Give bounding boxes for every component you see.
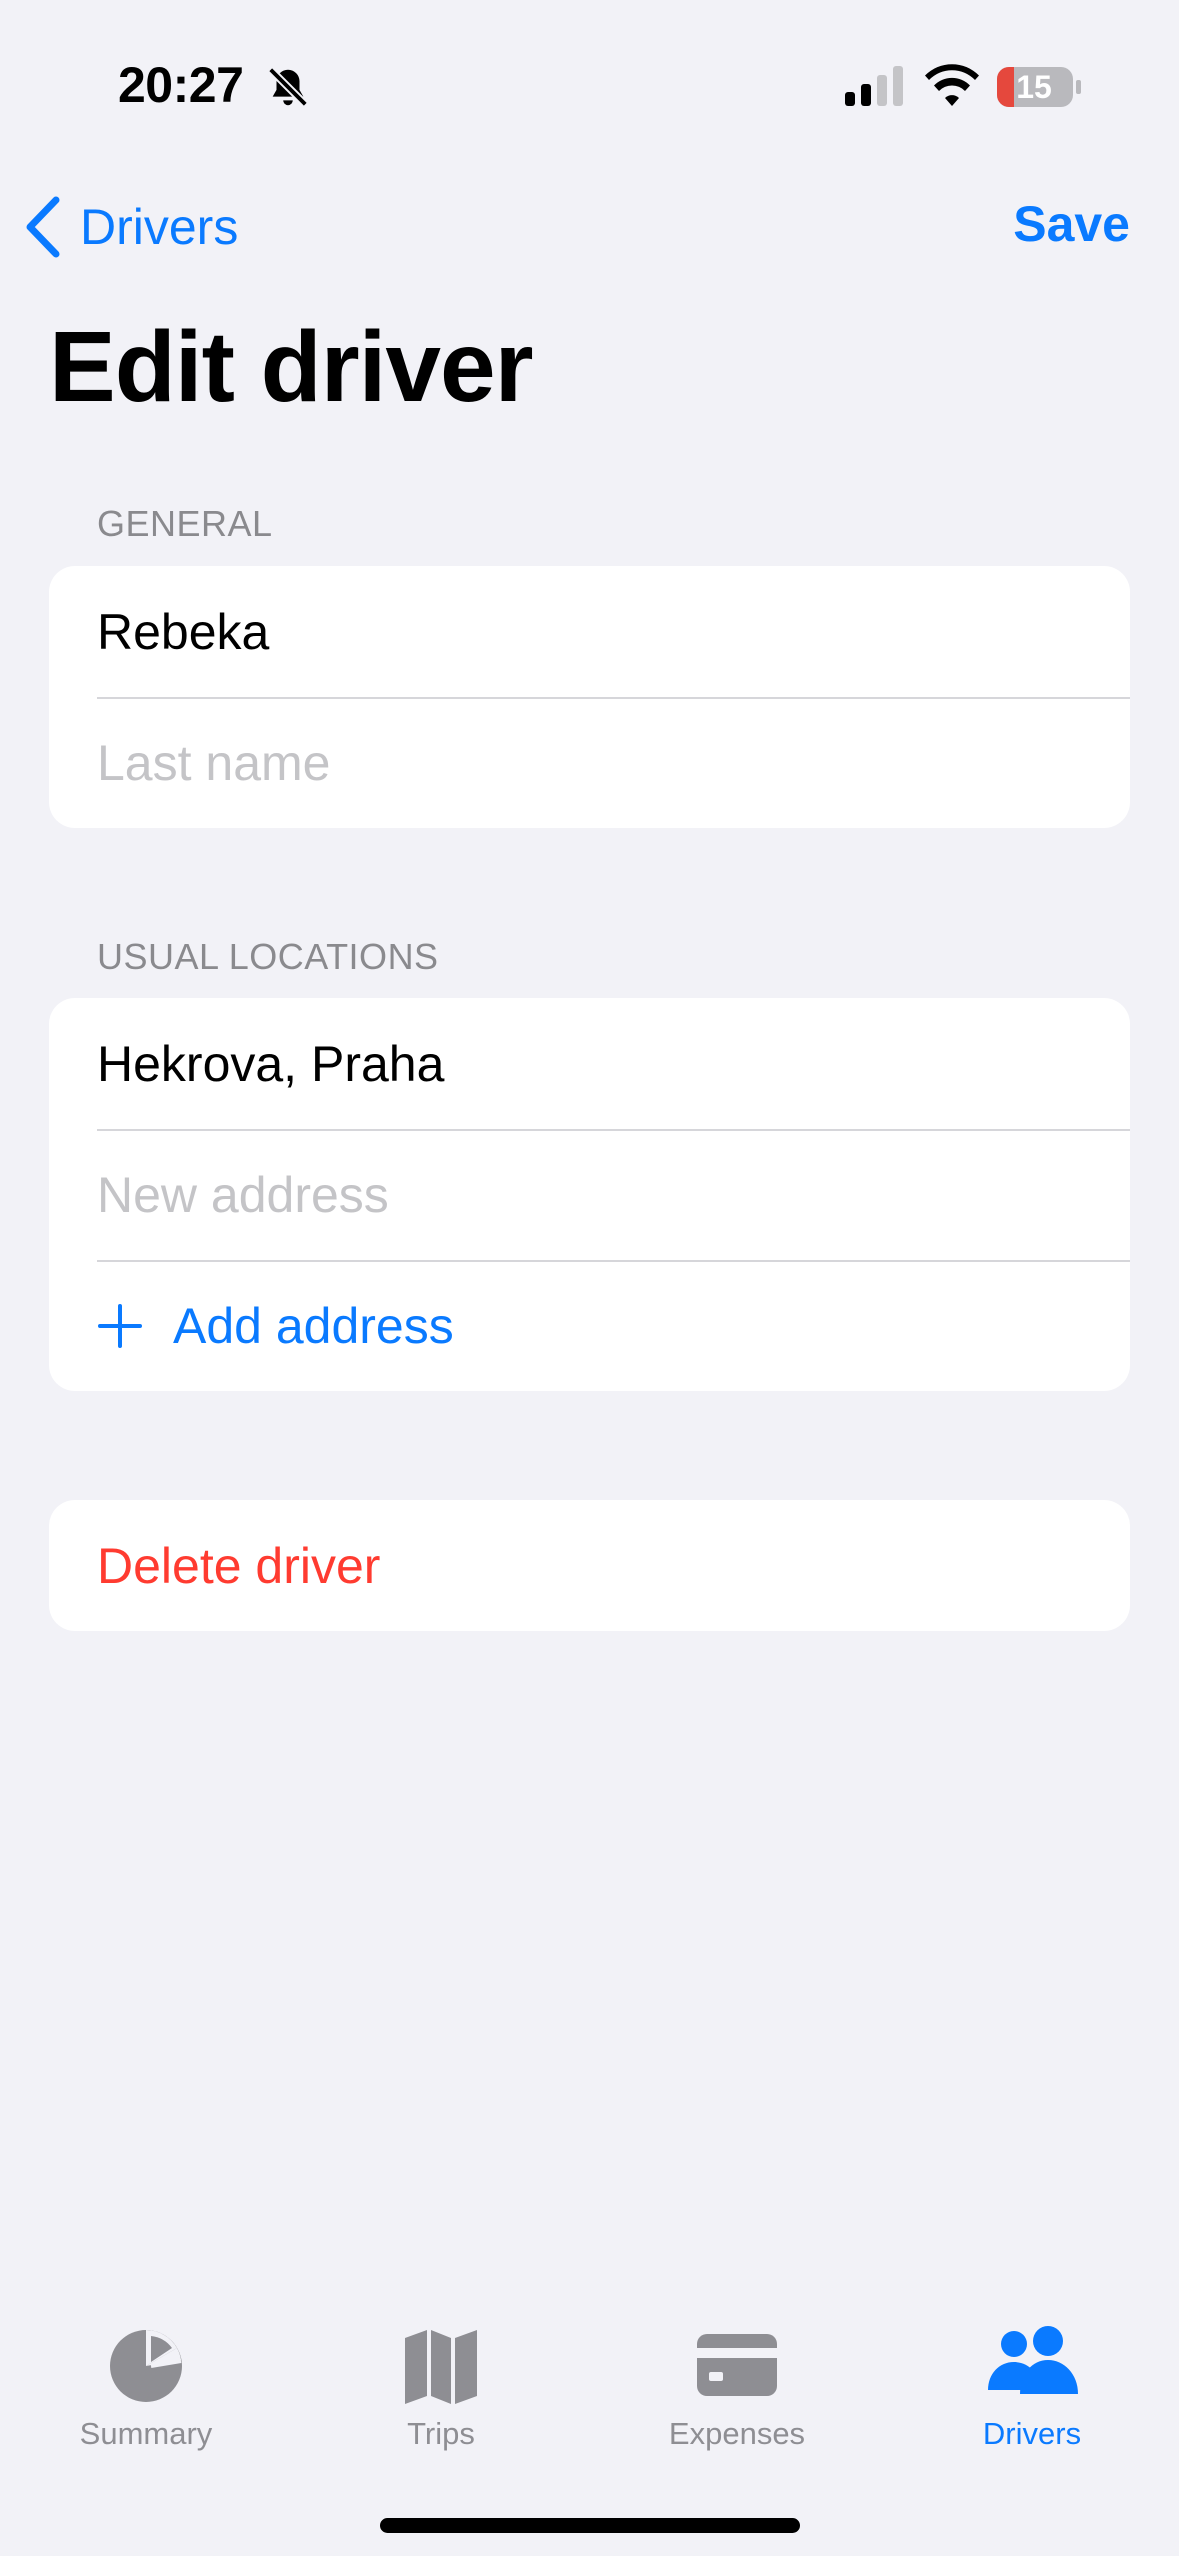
save-button[interactable]: Save <box>1013 195 1130 253</box>
plus-icon <box>98 1303 142 1348</box>
tab-expenses[interactable]: Expenses <box>617 2324 857 2452</box>
credit-card-icon <box>697 2334 777 2396</box>
last-name-field[interactable] <box>97 733 1057 792</box>
general-group <box>49 566 1130 828</box>
first-name-field[interactable] <box>97 602 1057 661</box>
people-icon <box>988 2326 1078 2394</box>
locations-group: Add address <box>49 998 1130 1391</box>
back-button[interactable]: Drivers <box>24 192 238 262</box>
new-address-field[interactable] <box>97 1165 1057 1224</box>
home-indicator[interactable] <box>380 2518 800 2533</box>
page-title: Edit driver <box>49 311 534 423</box>
delete-driver-button[interactable]: Delete driver <box>49 1500 1130 1631</box>
first-name-row <box>49 566 1130 697</box>
tab-drivers[interactable]: Drivers <box>912 2324 1152 2452</box>
chevron-left-icon <box>26 196 60 258</box>
tab-label-trips: Trips <box>407 2416 475 2451</box>
location-field[interactable] <box>97 1034 1057 1093</box>
pie-chart-icon <box>110 2330 182 2402</box>
section-header-usual-locations: USUAL LOCATIONS <box>97 936 439 977</box>
battery-level: 15 <box>1016 69 1052 105</box>
tab-label-summary: Summary <box>79 2416 213 2451</box>
section-header-general: GENERAL <box>97 503 273 544</box>
new-address-row <box>49 1129 1130 1260</box>
tab-label-drivers: Drivers <box>982 2416 1082 2451</box>
back-label: Drivers <box>80 199 239 255</box>
wifi-icon <box>925 64 979 106</box>
location-row <box>49 998 1130 1129</box>
last-name-row <box>49 697 1130 828</box>
status-time: 20:27 <box>118 57 244 113</box>
map-icon <box>405 2330 477 2404</box>
edit-driver-screen: 20:27 15 Drivers Save Edit driver GENERA… <box>0 0 1179 2556</box>
cellular-signal-icon <box>845 66 903 106</box>
bell-slash-icon <box>268 67 308 107</box>
tab-trips[interactable]: Trips <box>321 2324 561 2452</box>
add-address-label: Add address <box>173 1297 454 1354</box>
delete-group: Delete driver <box>49 1500 1130 1631</box>
tab-summary[interactable]: Summary <box>26 2324 266 2452</box>
tab-label-expenses: Expenses <box>668 2416 806 2451</box>
add-address-button[interactable]: Add address <box>49 1260 1130 1391</box>
